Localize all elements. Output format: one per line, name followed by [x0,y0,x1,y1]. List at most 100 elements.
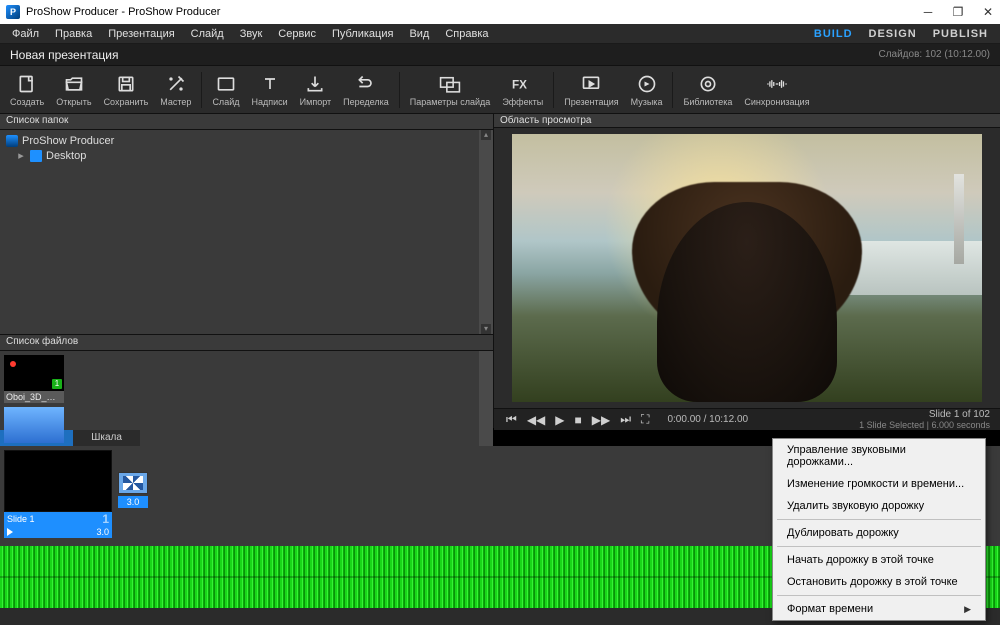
menu-view[interactable]: Вид [401,26,437,42]
desktop-icon [30,150,42,162]
expand-icon[interactable]: ▸ [16,149,26,162]
context-menu-item[interactable]: Изменение громкости и времени... [773,473,985,495]
menu-publish[interactable]: Публикация [324,26,401,42]
menu-bar: Файл Правка Презентация Слайд Звук Серви… [0,24,1000,44]
context-menu-item[interactable]: Остановить дорожку в этой точке [773,571,985,593]
transition-duration[interactable]: 3.0 [118,496,148,508]
mode-build[interactable]: BUILD [806,26,861,42]
menu-help[interactable]: Справка [437,26,496,42]
slide-name-label: Slide 1 [7,514,35,524]
tool-label: Презентация [564,97,618,107]
tree-root-label: ProShow Producer [22,135,114,147]
tab-scale[interactable]: Шкала [73,430,140,446]
context-menu-item[interactable]: Дублировать дорожку [773,522,985,544]
tool-label: Слайд [212,97,239,107]
preview-image [512,134,982,402]
context-menu-item[interactable]: Управление звуковыми дорожками... [773,439,985,473]
tool-label: Мастер [160,97,191,107]
time-display: 0:00.00 / 10:12.00 [667,414,748,425]
menu-slide[interactable]: Слайд [183,26,232,42]
tool-label: Надписи [251,97,287,107]
tool-music[interactable]: Музыка [625,68,669,112]
play-button[interactable]: ▶ [553,411,566,429]
tool-label: Импорт [300,97,331,107]
window-title: ProShow Producer - ProShow Producer [26,6,922,18]
presentation-name: Новая презентация [10,48,118,62]
tool-save[interactable]: Сохранить [98,68,155,112]
context-menu-item[interactable]: Формат времени▶ [773,598,985,620]
file-thumb[interactable] [4,407,64,443]
tree-desktop[interactable]: ▸ Desktop [6,148,473,163]
wizard-icon [165,73,187,95]
svg-text:FX: FX [512,78,527,91]
context-menu-item[interactable]: Удалить звуковую дорожку [773,495,985,517]
show-icon [580,73,602,95]
preview-controls: ⏮ ◀◀ ▶ ■ ▶▶ ⏭ ⛶ 0:00.00 / 10:12.00 Slide… [494,408,1000,430]
tool-import[interactable]: Импорт [294,68,337,112]
go-start-button[interactable]: ⏮ [504,410,519,429]
context-menu-item[interactable]: Начать дорожку в этой точке [773,549,985,571]
tool-label: Музыка [631,97,663,107]
tool-remix[interactable]: Переделка [337,68,395,112]
preview-viewport[interactable] [494,128,1000,408]
import-icon [304,73,326,95]
audio-context-menu: Управление звуковыми дорожками...Изменен… [772,438,986,621]
transition-icon[interactable] [118,472,148,494]
menu-presentation[interactable]: Презентация [100,26,182,42]
scroll-down-button[interactable]: ▾ [481,324,491,334]
menu-tools[interactable]: Сервис [270,26,324,42]
prev-button[interactable]: ◀◀ [525,411,547,429]
menu-audio[interactable]: Звук [232,26,271,42]
window-maximize-button[interactable]: ❐ [952,6,964,18]
mode-design[interactable]: DESIGN [861,26,925,42]
window-close-button[interactable]: ✕ [982,6,994,18]
tool-sync[interactable]: Синхронизация [738,68,815,112]
tool-label: Эффекты [502,97,543,107]
next-button[interactable]: ▶▶ [590,411,612,429]
menu-file[interactable]: Файл [4,26,47,42]
tool-label: Сохранить [104,97,149,107]
app-icon: P [6,5,20,19]
slide-number: 1 [102,512,109,526]
selection-info-label: 1 Slide Selected | 6.000 seconds [859,420,990,430]
tool-slide[interactable]: Слайд [206,68,245,112]
mode-publish[interactable]: PUBLISH [925,26,996,42]
tool-label: Создать [10,97,44,107]
folders-tree[interactable]: ProShow Producer ▸ Desktop ▴ ▾ [0,130,493,334]
tool-fx[interactable]: FX Эффекты [496,68,549,112]
tool-library[interactable]: Библиотека [677,68,738,112]
tool-show[interactable]: Презентация [558,68,624,112]
tool-new[interactable]: Создать [4,68,50,112]
main-toolbar: Создать Открыть Сохранить Мастер Слайд Надпис… [0,66,1000,114]
fx-icon: FX [512,73,534,95]
window-titlebar: P ProShow Producer - ProShow Producer ─ … [0,0,1000,24]
library-icon [697,73,719,95]
slide-card[interactable]: Slide 1 1 3.0 [4,450,112,538]
folders-panel-header: Список папок [0,114,493,130]
tool-label: Библиотека [683,97,732,107]
transition-block[interactable]: 3.0 [116,472,150,508]
tool-open[interactable]: Открыть [50,68,97,112]
slide-icon [215,73,237,95]
slide-duration[interactable]: 3.0 [96,527,109,537]
scroll-up-button[interactable]: ▴ [481,130,491,140]
open-icon [63,73,85,95]
slide-thumbnail[interactable] [4,450,112,512]
tool-label: Переделка [343,97,389,107]
titles-icon [259,73,281,95]
remix-icon [355,73,377,95]
file-thumb[interactable]: 1 Oboi_3D_Grafi... [4,355,64,403]
tool-wizard[interactable]: Мастер [154,68,197,112]
tool-label: Открыть [56,97,91,107]
fullscreen-button[interactable]: ⛶ [639,410,651,429]
stop-button[interactable]: ■ [573,411,584,429]
tool-titles[interactable]: Надписи [245,68,293,112]
menu-edit[interactable]: Правка [47,26,100,42]
music-icon [636,73,658,95]
window-minimize-button[interactable]: ─ [922,6,934,18]
tree-root[interactable]: ProShow Producer [6,134,473,148]
play-slide-icon[interactable] [7,528,15,536]
go-end-button[interactable]: ⏭ [618,410,633,429]
tool-slide-options[interactable]: Параметры слайда [404,68,497,112]
preview-panel-header: Область просмотра [494,114,1000,128]
